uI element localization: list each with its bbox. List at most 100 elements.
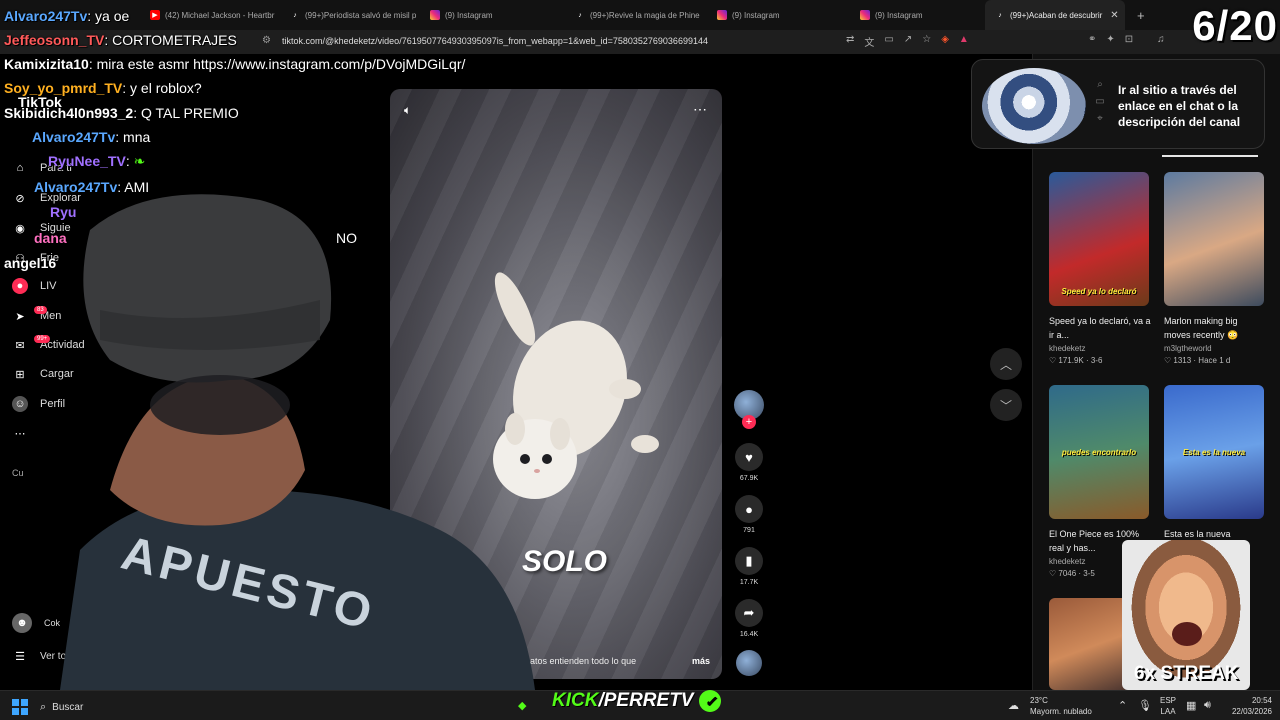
tiktok-icon: ♪ <box>998 11 1002 19</box>
bookmark-icon: ▮ <box>735 547 763 575</box>
music-disc[interactable] <box>733 650 765 676</box>
progress-counter: 6/20 <box>1192 2 1278 49</box>
tab-label: (42) Michael Jackson - Heartbr <box>165 10 275 20</box>
comment-button[interactable]: ● 791 <box>733 495 765 534</box>
video-thumbnail: Speed ya lo declaró <box>1049 172 1149 306</box>
chat-username: Soy_yo_pmrd_TV <box>4 80 123 96</box>
instagram-icon <box>860 10 870 20</box>
new-tab-button[interactable]: + <box>1137 8 1145 23</box>
chat-message: Kamixizita10: mira este asmr https://www… <box>4 56 465 72</box>
chat-username: Jeffeosonn_TV <box>4 32 105 48</box>
language-icon[interactable]: 文 <box>864 34 874 49</box>
streak-label: 6x STREAK <box>1134 663 1239 684</box>
vpn-icon[interactable]: ⚭ <box>1088 34 1096 45</box>
chat-text: : CORTOMETRAJES <box>104 32 237 48</box>
video-thumbnail: puedes encontrarlo <box>1049 385 1149 519</box>
browser-tab[interactable]: ▶ (42) Michael Jackson - Heartbr <box>140 0 280 30</box>
thumbnail-caption: puedes encontrarlo <box>1061 448 1137 457</box>
bookmark-icon[interactable]: ☆ <box>922 34 931 49</box>
comment-icon: ● <box>735 495 763 523</box>
stream-promo-banner: ⌕ ▭ ⌖ Ir al sitio a través del enlace en… <box>971 59 1265 149</box>
rewards-icon[interactable]: ▲ <box>959 34 969 49</box>
video-card[interactable]: Esta es la nueva Esta es la nueva <box>1164 385 1266 555</box>
volume-icon[interactable]: 🔊︎ <box>1204 699 1211 712</box>
more-link[interactable]: más <box>692 656 710 666</box>
music-disc-icon <box>736 650 762 676</box>
next-video-button[interactable]: ﹀ <box>990 389 1022 421</box>
thumbnail-caption: Esta es la nueva <box>1182 448 1246 457</box>
chat-text: : y el roblox? <box>122 80 202 96</box>
roulette-image <box>982 68 1086 144</box>
instagram-icon <box>430 10 440 20</box>
show-hidden-icons[interactable]: ⌃ <box>1118 699 1127 712</box>
video-description: atos entienden todo lo que <box>530 656 637 666</box>
browser-tab[interactable]: (9) Instagram <box>707 0 850 30</box>
language-indicator[interactable]: ESP LAA <box>1160 695 1176 717</box>
app-icon[interactable]: ◆ <box>518 699 526 712</box>
previous-video-button[interactable]: ︿ <box>990 348 1022 380</box>
browser-tab-active[interactable]: ♪ (99+)Acaban de descubrir ✕ <box>985 0 1125 30</box>
chat-text: : Q TAL PREMIO <box>133 105 239 121</box>
close-tab-icon[interactable]: ✕ <box>1110 10 1118 21</box>
author-avatar[interactable]: + <box>733 390 765 429</box>
clock-time: 20:54 <box>1251 696 1272 705</box>
youtube-icon: ▶ <box>150 10 160 20</box>
emote-icon: ❧ <box>133 153 146 169</box>
windows-start-icon[interactable] <box>12 699 28 715</box>
save-button[interactable]: ▮ 17.7K <box>733 547 765 586</box>
taskbar-search[interactable]: ⌕ Buscar <box>40 697 120 717</box>
video-author[interactable]: m3lgtheworld <box>1164 344 1266 353</box>
keyboard-layout: LAA <box>1160 707 1176 716</box>
video-title: Speed ya lo declaró, va a ir a... <box>1049 316 1151 340</box>
chat-text: : mna <box>115 129 151 145</box>
browser-tab[interactable]: (9) Instagram <box>420 0 565 30</box>
heart-icon: ♥ <box>735 443 763 471</box>
tab-label: (9) Instagram <box>445 10 493 20</box>
chat-message: Skibidich4l0n993_2: Q TAL PREMIO <box>4 105 239 121</box>
follow-plus-icon[interactable]: + <box>742 415 756 429</box>
more-options-icon[interactable]: ⋯ <box>693 101 708 118</box>
extensions-icon[interactable]: ✦ <box>1106 34 1114 45</box>
chevron-up-icon: ︿ <box>999 357 1012 372</box>
chevron-down-icon: ﹀ <box>999 398 1012 413</box>
chat-message: RyuNee_TV: ❧ <box>4 153 145 170</box>
video-meta: ♡ 171.9K · 3-6 <box>1049 356 1103 365</box>
clock[interactable]: 20:54 22/03/2026 <box>1226 695 1272 717</box>
site-settings-icon[interactable]: ⚙ <box>262 35 271 46</box>
translate-icon[interactable]: ⇄ <box>846 34 854 49</box>
cast-icon[interactable]: ▭ <box>884 34 893 49</box>
weather-widget[interactable]: 23°C Mayorm. nublado <box>1030 695 1092 717</box>
thumbnail-caption: Speed ya lo declaró <box>1061 287 1137 296</box>
url-input[interactable]: tiktok.com/@khedeketz/video/761950776493… <box>282 36 708 46</box>
search-icon: ⌕ <box>40 700 47 713</box>
microphone-icon[interactable]: 🎙︎ <box>1138 699 1152 712</box>
media-icon[interactable]: ♫ <box>1157 34 1165 45</box>
weather-temp: 23°C <box>1030 696 1048 705</box>
network-icon[interactable]: ▦ <box>1186 699 1196 712</box>
share-button[interactable]: ➦ 16.4K <box>733 599 765 638</box>
chat-username: Kamixizita10 <box>4 56 89 72</box>
weather-desc: Mayorm. nublado <box>1030 707 1092 716</box>
video-author[interactable]: khedeketz <box>1049 344 1151 353</box>
volume-icon[interactable]: 🔈︎ <box>404 103 411 118</box>
tiktok-icon: ♪ <box>293 11 297 19</box>
weather-icon: ☁ <box>1008 700 1019 712</box>
share-icon[interactable]: ↗ <box>904 34 912 49</box>
video-card[interactable]: Speed ya lo declaró Speed ya lo declaró,… <box>1049 172 1151 365</box>
comment-count: 791 <box>743 527 755 534</box>
share-arrow-icon: ➦ <box>735 599 763 627</box>
video-card[interactable]: Marlon making big moves recently 😳 m3lgt… <box>1164 172 1266 365</box>
tab-label: (99+)Revive la magia de Phine <box>590 10 700 20</box>
kick-logo-text: KICK <box>552 690 599 711</box>
browser-tab[interactable]: (9) Instagram <box>850 0 985 30</box>
extensions-bar: ⚭ ✦ ⊡ ♫ <box>1088 34 1165 45</box>
browser-tab[interactable]: ♪ (99+)Revive la magia de Phine <box>565 0 707 30</box>
search-icon: ⌕ <box>1097 79 1103 90</box>
instagram-icon <box>717 10 727 20</box>
screenshot-icon[interactable]: ⊡ <box>1125 34 1133 45</box>
video-thumbnail: Esta es la nueva <box>1164 385 1264 519</box>
browser-tab[interactable]: ♪ (99+)Periodista salvó de misil p <box>280 0 420 30</box>
tab-label: (9) Instagram <box>875 10 923 20</box>
brave-shield-icon[interactable]: ◈ <box>941 34 949 49</box>
like-button[interactable]: ♥ 67.9K <box>733 443 765 482</box>
